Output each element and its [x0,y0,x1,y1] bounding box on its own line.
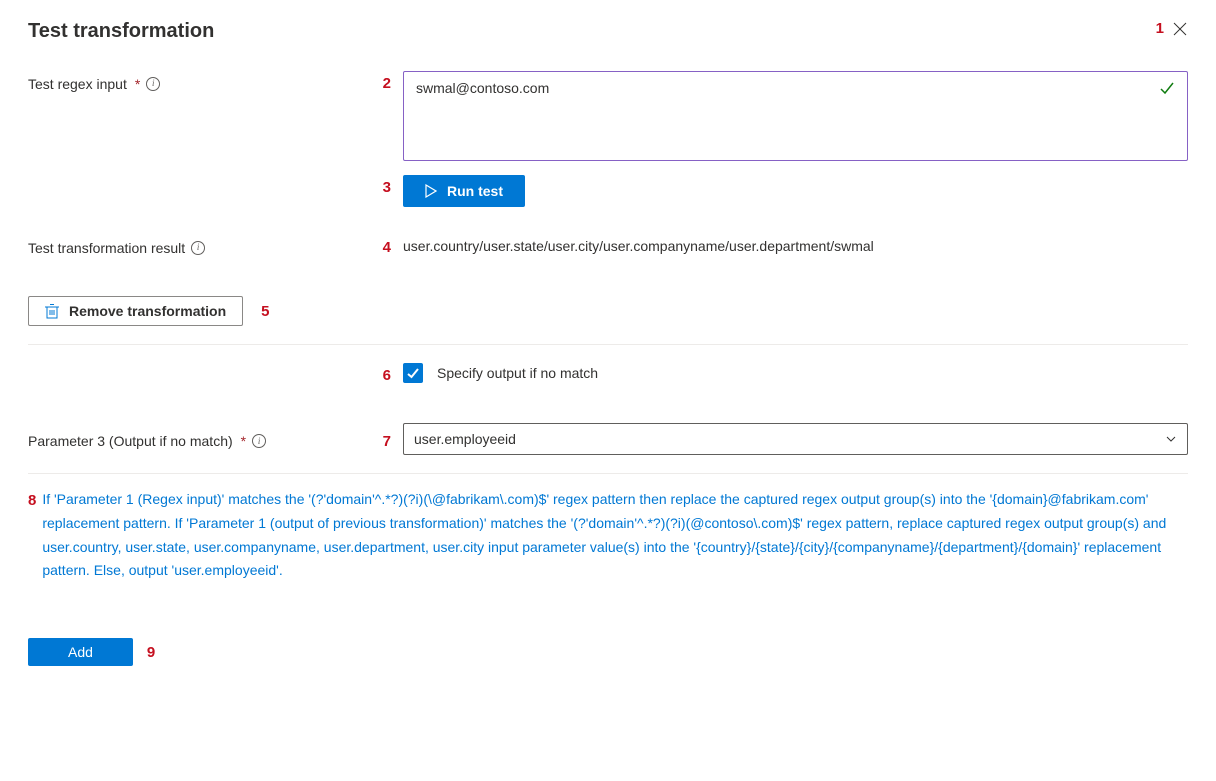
trash-icon [45,303,59,319]
check-icon [1159,80,1175,96]
play-icon [425,184,437,198]
chevron-down-icon [1165,433,1177,445]
result-label: Test transformation result [28,240,185,256]
info-icon[interactable]: i [146,77,160,91]
callout-8: 8 [28,492,36,509]
required-indicator: * [241,433,246,449]
callout-9: 9 [147,644,155,661]
remove-transformation-button[interactable]: Remove transformation [28,296,243,326]
regex-input-label: Test regex input [28,76,127,92]
callout-6: 6 [383,367,391,384]
param3-value: user.employeeid [414,431,516,447]
callout-2: 2 [383,75,391,92]
callout-4: 4 [383,239,391,256]
add-button[interactable]: Add [28,638,133,666]
remove-transformation-label: Remove transformation [69,303,226,319]
required-indicator: * [135,76,140,92]
param3-select[interactable]: user.employeeid [403,423,1188,455]
transformation-description: If 'Parameter 1 (Regex input)' matches t… [42,488,1188,583]
page-title: Test transformation [28,20,214,43]
checkmark-icon [406,366,420,380]
param3-label: Parameter 3 (Output if no match) [28,433,233,449]
callout-1: 1 [1156,20,1164,37]
info-icon[interactable]: i [191,241,205,255]
specify-output-label: Specify output if no match [437,365,598,381]
divider [28,344,1188,345]
add-button-label: Add [68,644,93,660]
run-test-button[interactable]: Run test [403,175,525,207]
info-icon[interactable]: i [252,434,266,448]
regex-input-value: swmal@contoso.com [416,80,549,96]
specify-output-checkbox[interactable] [403,363,423,383]
regex-input-field[interactable]: swmal@contoso.com [403,71,1188,161]
callout-7: 7 [383,433,391,450]
callout-5: 5 [261,303,269,320]
callout-3: 3 [383,179,391,196]
divider [28,473,1188,474]
close-icon[interactable] [1172,21,1188,37]
result-value: user.country/user.state/user.city/user.c… [403,238,874,254]
run-test-label: Run test [447,183,503,199]
